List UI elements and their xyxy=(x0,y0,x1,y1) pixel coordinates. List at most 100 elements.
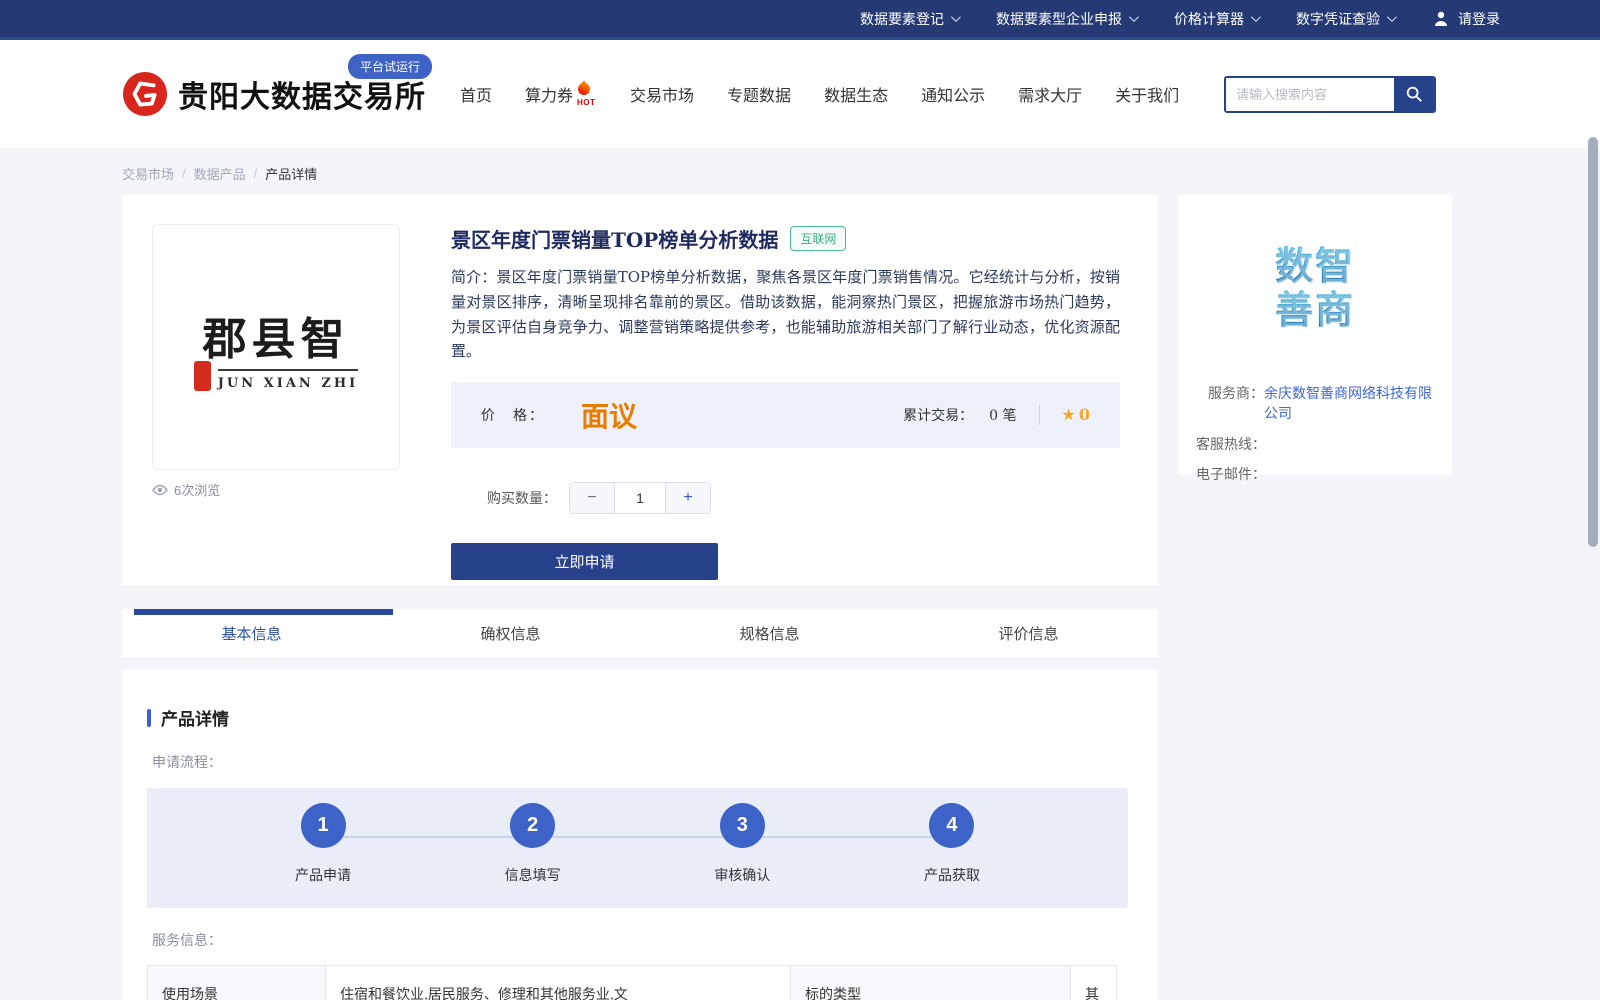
user-icon xyxy=(1432,10,1450,28)
search-box xyxy=(1224,76,1436,113)
quantity-increase-button[interactable]: + xyxy=(666,483,710,513)
product-description: 简介：景区年度门票销量TOP榜单分析数据，聚焦各景区年度门票销售情况。它经统计与… xyxy=(451,265,1120,364)
hotline-label: 客服热线： xyxy=(1196,434,1266,454)
service-info-label: 服务信息： xyxy=(152,930,1128,950)
email-label: 电子邮件： xyxy=(1196,464,1266,484)
breadcrumb-separator: / xyxy=(254,166,258,181)
step-label: 审核确认 xyxy=(714,865,770,885)
trades-value: 0 笔 xyxy=(989,405,1016,425)
trial-run-badge: 平台试运行 xyxy=(348,54,432,79)
product-image: 郡县智 JUN XIAN ZHI xyxy=(152,224,400,470)
step-number-badge: 2 xyxy=(510,803,555,848)
detail-tabs: 基本信息 确权信息 规格信息 评价信息 xyxy=(122,609,1158,657)
nav-item-about-us[interactable]: 关于我们 xyxy=(1115,82,1179,106)
table-row: 使用场景 住宿和餐饮业,居民服务、修理和其他服务业,文 标的类型 其他 xyxy=(148,966,1117,1000)
topbar-menu-price-calculator[interactable]: 价格计算器 xyxy=(1174,9,1258,29)
section-accent-bar xyxy=(147,709,151,727)
breadcrumb-data-product[interactable]: 数据产品 xyxy=(194,164,246,183)
flow-step-4: 4 产品获取 xyxy=(924,803,980,908)
product-card: 郡县智 JUN XIAN ZHI 6次浏览 景区年度门票销量TOP榜 xyxy=(122,195,1158,585)
star-icon xyxy=(1062,407,1076,424)
topbar-menu-certificate-check[interactable]: 数字凭证查验 xyxy=(1296,9,1394,29)
table-cell-usage-scene-value: 住宿和餐饮业,居民服务、修理和其他服务业,文 xyxy=(326,966,791,1000)
product-detail-section: 产品详情 申请流程： 1 产品申请 2 信息填写 3 审核确认 4 产品获取 服… xyxy=(122,669,1158,1000)
tab-review-info[interactable]: 评价信息 xyxy=(899,609,1158,657)
breadcrumb-separator: / xyxy=(182,166,186,181)
exchange-logo-icon xyxy=(122,71,168,117)
table-cell-subject-type-value: 其他 xyxy=(1071,966,1117,1000)
active-tab-indicator xyxy=(134,609,393,615)
topbar-menu-enterprise-apply[interactable]: 数据要素型企业申报 xyxy=(996,9,1136,29)
login-button[interactable]: 请登录 xyxy=(1432,9,1500,29)
step-label: 产品获取 xyxy=(924,865,980,885)
apply-now-button[interactable]: 立即申请 xyxy=(451,543,718,580)
topbar: 数据要素登记 数据要素型企业申报 价格计算器 数字凭证查验 请登录 xyxy=(0,0,1600,40)
nav-item-home[interactable]: 首页 xyxy=(460,82,492,106)
table-cell-usage-scene-label: 使用场景 xyxy=(148,966,326,1000)
site-header: 平台试运行 贵阳大数据交易所 首页 算力券HOT 交易市场 专题数据 数据生态 … xyxy=(0,40,1600,148)
hot-flame-icon: HOT xyxy=(573,83,597,105)
breadcrumb-trade-market[interactable]: 交易市场 xyxy=(122,164,174,183)
chevron-down-icon xyxy=(951,12,961,22)
topbar-menu-data-element-register[interactable]: 数据要素登记 xyxy=(860,9,958,29)
step-number-badge: 1 xyxy=(301,803,346,848)
product-image-brand-latin: JUN XIAN ZHI xyxy=(218,376,358,391)
tab-spec-info[interactable]: 规格信息 xyxy=(640,609,899,657)
view-count: 6次浏览 xyxy=(152,480,400,499)
service-info-table: 使用场景 住宿和餐饮业,居民服务、修理和其他服务业,文 标的类型 其他 xyxy=(147,965,1117,1000)
nav-item-notices[interactable]: 通知公示 xyxy=(921,82,985,106)
nav-item-data-ecology[interactable]: 数据生态 xyxy=(824,82,888,106)
scrollbar-thumb[interactable] xyxy=(1588,137,1598,547)
product-title: 景区年度门票销量TOP榜单分析数据 xyxy=(451,224,778,253)
step-label: 信息填写 xyxy=(505,865,561,885)
price-value: 面议 xyxy=(581,395,637,435)
step-label: 产品申请 xyxy=(295,865,351,885)
search-input[interactable] xyxy=(1226,78,1394,111)
red-seal xyxy=(194,361,211,391)
quantity-row: 购买数量： − 1 + xyxy=(451,482,1120,514)
trades-label: 累计交易： xyxy=(903,405,973,425)
nav-item-topic-data[interactable]: 专题数据 xyxy=(727,82,791,106)
main-nav: 首页 算力券HOT 交易市场 专题数据 数据生态 通知公示 需求大厅 关于我们 xyxy=(460,82,1179,106)
price-bar: 价 格： 面议 累计交易： 0 笔 0 xyxy=(451,382,1120,448)
divider xyxy=(1039,405,1040,425)
category-tag: 互联网 xyxy=(790,226,846,251)
steps-connector-line xyxy=(319,836,954,838)
topbar-menu-label: 数字凭证查验 xyxy=(1296,9,1380,29)
quantity-value[interactable]: 1 xyxy=(614,483,666,513)
star-count: 0 xyxy=(1079,405,1090,424)
step-number-badge: 4 xyxy=(929,803,974,848)
tab-basic-info[interactable]: 基本信息 xyxy=(122,609,381,657)
nav-item-compute-voucher[interactable]: 算力券HOT xyxy=(525,82,597,106)
provider-logo-text: 数智 xyxy=(1275,246,1355,290)
product-image-brand-text: 郡县智 xyxy=(203,303,350,367)
quantity-label: 购买数量： xyxy=(487,488,557,508)
step-number-badge: 3 xyxy=(720,803,765,848)
chevron-down-icon xyxy=(1251,12,1261,22)
search-button[interactable] xyxy=(1394,78,1434,111)
provider-logo: 数智 善商 xyxy=(1242,217,1388,363)
search-icon xyxy=(1405,85,1423,103)
breadcrumb: 交易市场 / 数据产品 / 产品详情 xyxy=(0,148,1600,195)
topbar-menu-label: 价格计算器 xyxy=(1174,9,1244,29)
login-label: 请登录 xyxy=(1458,9,1500,29)
topbar-menu-label: 数据要素登记 xyxy=(860,9,944,29)
favorite-control[interactable]: 0 xyxy=(1062,405,1090,425)
provider-card: 数智 善商 服务商： 余庆数智善商网络科技有限公司 客服热线： 电子邮件： xyxy=(1178,195,1452,475)
chevron-down-icon xyxy=(1387,12,1397,22)
provider-label: 服务商： xyxy=(1208,383,1264,424)
nav-item-trade-market[interactable]: 交易市场 xyxy=(630,82,694,106)
breadcrumb-product-detail: 产品详情 xyxy=(265,164,317,183)
flow-step-2: 2 信息填写 xyxy=(505,803,561,908)
provider-name-link[interactable]: 余庆数智善商网络科技有限公司 xyxy=(1264,383,1434,424)
topbar-menu-label: 数据要素型企业申报 xyxy=(996,9,1122,29)
quantity-decrease-button[interactable]: − xyxy=(570,483,614,513)
tab-rights-info[interactable]: 确权信息 xyxy=(381,609,640,657)
provider-logo-text: 善商 xyxy=(1275,290,1355,334)
nav-item-demand-hall[interactable]: 需求大厅 xyxy=(1018,82,1082,106)
apply-flow-label: 申请流程： xyxy=(152,752,1128,772)
price-label: 价 格： xyxy=(481,405,545,425)
nav-item-label: 算力券 xyxy=(525,88,573,105)
quantity-stepper: − 1 + xyxy=(569,482,711,514)
flow-step-1: 1 产品申请 xyxy=(295,803,351,908)
